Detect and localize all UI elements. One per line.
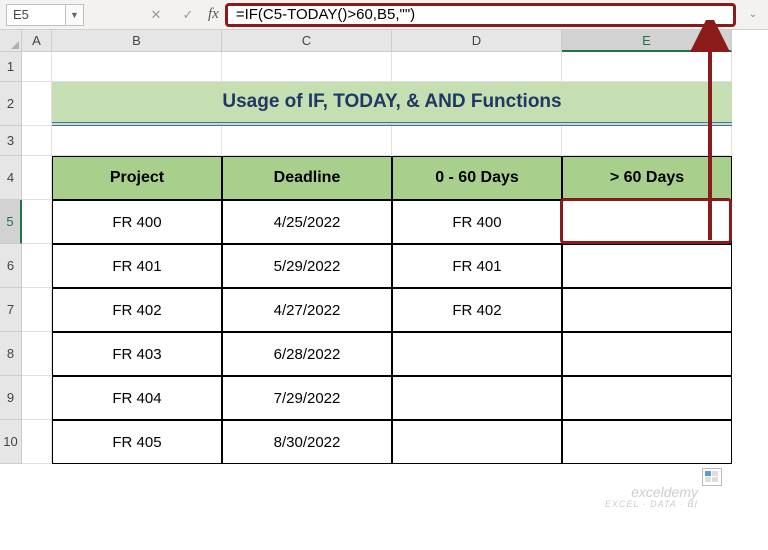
sheet-title: Usage of IF, TODAY, & AND Functions	[52, 82, 732, 126]
name-box[interactable]: E5	[6, 4, 66, 26]
cell-A1[interactable]	[22, 52, 52, 82]
cell-B1[interactable]	[52, 52, 222, 82]
table-header[interactable]: Deadline	[222, 156, 392, 200]
table-cell[interactable]: 7/29/2022	[222, 376, 392, 420]
table-cell[interactable]: 4/25/2022	[222, 200, 392, 244]
table-cell[interactable]: 4/27/2022	[222, 288, 392, 332]
select-all-triangle[interactable]	[0, 30, 22, 52]
table-cell[interactable]	[392, 332, 562, 376]
table-cell[interactable]	[562, 288, 732, 332]
row-header-2[interactable]: 2	[0, 82, 22, 126]
cell-C1[interactable]	[222, 52, 392, 82]
cell-D1[interactable]	[392, 52, 562, 82]
row-headers: 12345678910	[0, 52, 22, 464]
table-header[interactable]: 0 - 60 Days	[392, 156, 562, 200]
table-cell[interactable]: FR 402	[392, 288, 562, 332]
table-cell[interactable]: 8/30/2022	[222, 420, 392, 464]
row-header-5[interactable]: 5	[0, 200, 22, 244]
row-header-1[interactable]: 1	[0, 52, 22, 82]
row-header-4[interactable]: 4	[0, 156, 22, 200]
autofill-options-icon[interactable]	[702, 468, 722, 486]
cell-A10[interactable]	[22, 420, 52, 464]
formula-bar-expand-icon[interactable]: ⌄	[744, 6, 762, 24]
row-header-9[interactable]: 9	[0, 376, 22, 420]
table-cell[interactable]	[562, 420, 732, 464]
table-cell[interactable]: FR 400	[392, 200, 562, 244]
cancel-icon[interactable]: ✕	[144, 3, 168, 27]
column-header-D[interactable]: D	[392, 30, 562, 52]
table-cell[interactable]: FR 405	[52, 420, 222, 464]
table-cell[interactable]	[392, 420, 562, 464]
table-cell[interactable]: FR 400	[52, 200, 222, 244]
row-header-8[interactable]: 8	[0, 332, 22, 376]
cell-B3[interactable]	[52, 126, 222, 156]
name-box-dropdown[interactable]: ▼	[66, 4, 84, 26]
table-cell[interactable]: 5/29/2022	[222, 244, 392, 288]
enter-icon[interactable]: ✓	[176, 3, 200, 27]
row-header-10[interactable]: 10	[0, 420, 22, 464]
table-header[interactable]: > 60 Days	[562, 156, 732, 200]
column-header-B[interactable]: B	[52, 30, 222, 52]
table-cell[interactable]	[392, 376, 562, 420]
cell-D3[interactable]	[392, 126, 562, 156]
cell-A5[interactable]	[22, 200, 52, 244]
table-cell[interactable]: 6/28/2022	[222, 332, 392, 376]
table-cell[interactable]: FR 402	[52, 288, 222, 332]
watermark-brand: exceldemy	[631, 484, 698, 500]
row-header-7[interactable]: 7	[0, 288, 22, 332]
row-header-6[interactable]: 6	[0, 244, 22, 288]
table-cell[interactable]: FR 403	[52, 332, 222, 376]
fx-icon[interactable]: fx	[208, 6, 219, 23]
table-cell[interactable]	[562, 200, 732, 244]
table-cell[interactable]: FR 404	[52, 376, 222, 420]
table-cell[interactable]: FR 401	[52, 244, 222, 288]
table-header[interactable]: Project	[52, 156, 222, 200]
cell-A8[interactable]	[22, 332, 52, 376]
cell-C3[interactable]	[222, 126, 392, 156]
cell-A9[interactable]	[22, 376, 52, 420]
table-cell[interactable]	[562, 332, 732, 376]
cell-E1[interactable]	[562, 52, 732, 82]
cell-E3[interactable]	[562, 126, 732, 156]
row-header-3[interactable]: 3	[0, 126, 22, 156]
watermark-tagline: EXCEL · DATA · BI	[605, 500, 698, 510]
column-headers: ABCDE	[22, 30, 732, 52]
cell-A2[interactable]	[22, 82, 52, 126]
table-cell[interactable]	[562, 244, 732, 288]
formula-bar-row: E5 ▼ ✕ ✓ fx =IF(C5-TODAY()>60,B5,"") ⌄	[0, 0, 768, 30]
cell-A6[interactable]	[22, 244, 52, 288]
cell-A7[interactable]	[22, 288, 52, 332]
formula-bar-buttons: ✕ ✓	[144, 3, 200, 27]
cell-A3[interactable]	[22, 126, 52, 156]
table-cell[interactable]: FR 401	[392, 244, 562, 288]
table-cell[interactable]	[562, 376, 732, 420]
formula-bar-input[interactable]: =IF(C5-TODAY()>60,B5,"")	[225, 3, 736, 27]
column-header-E[interactable]: E	[562, 30, 732, 52]
watermark: exceldemy EXCEL · DATA · BI	[605, 485, 698, 510]
cell-A4[interactable]	[22, 156, 52, 200]
column-header-C[interactable]: C	[222, 30, 392, 52]
column-header-A[interactable]: A	[22, 30, 52, 52]
